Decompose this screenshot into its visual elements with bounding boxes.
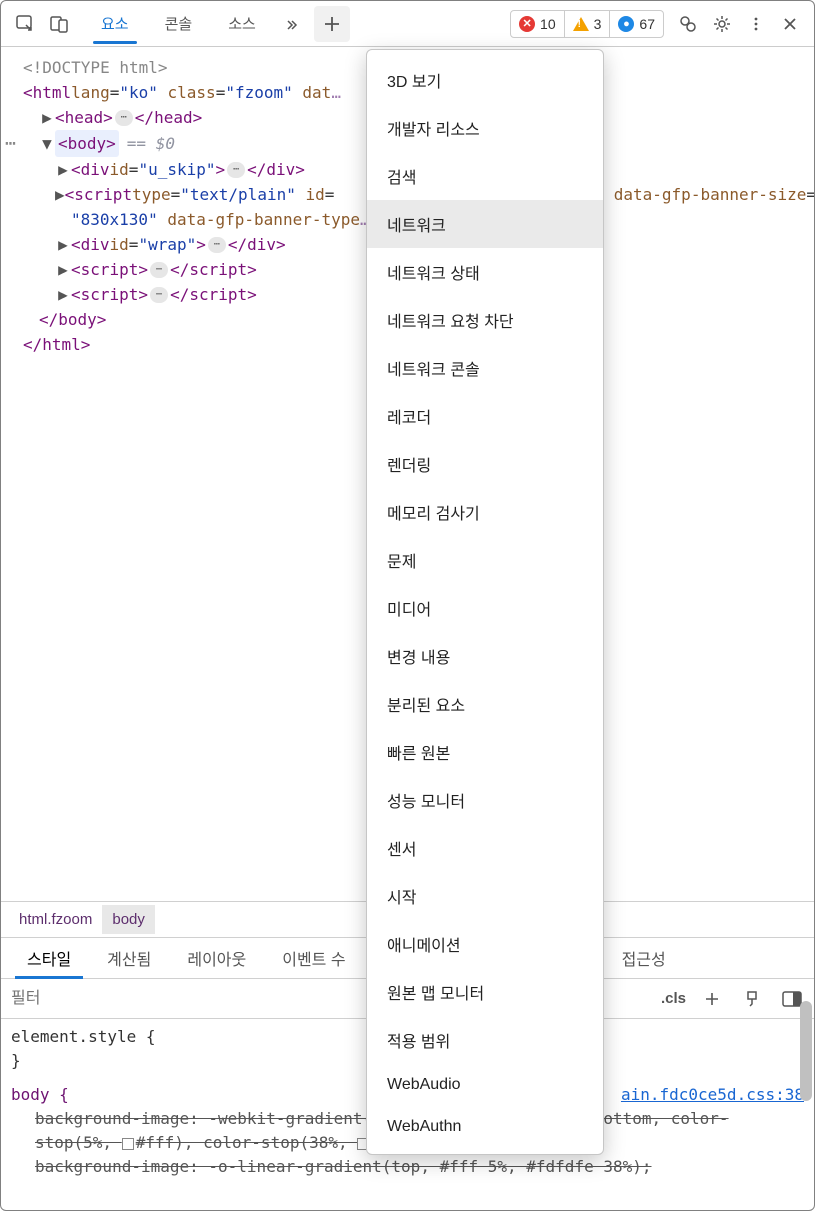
info-dot-icon: ● xyxy=(618,16,634,32)
subtab-computed[interactable]: 계산됨 xyxy=(89,938,169,978)
add-panel-button[interactable] xyxy=(314,6,350,42)
css-source-link[interactable]: ain.fdc0ce5d.css:38 xyxy=(621,1083,804,1107)
dd-3d-view[interactable]: 3D 보기 xyxy=(367,56,603,104)
dd-sensors[interactable]: 센서 xyxy=(367,824,603,872)
device-toggle-icon[interactable] xyxy=(43,8,75,40)
dd-memory-inspector[interactable]: 메모리 검사기 xyxy=(367,488,603,536)
dd-network-block[interactable]: 네트워크 요청 차단 xyxy=(367,296,603,344)
dd-animations[interactable]: 애니메이션 xyxy=(367,920,603,968)
expand-arrow-icon[interactable]: ▶ xyxy=(39,105,55,130)
dd-welcome[interactable]: 시작 xyxy=(367,872,603,920)
dd-perf-monitor[interactable]: 성능 모니터 xyxy=(367,776,603,824)
collapsed-dots-icon[interactable]: ⋯ xyxy=(150,262,168,278)
cls-toggle[interactable]: .cls xyxy=(661,990,686,1007)
expand-arrow-icon[interactable]: ▶ xyxy=(55,257,71,282)
expand-arrow-icon[interactable]: ▶ xyxy=(55,182,65,207)
paint-brush-icon[interactable] xyxy=(738,985,766,1013)
info-badge[interactable]: ● 67 xyxy=(610,11,663,37)
error-dot-icon: ✕ xyxy=(519,16,535,32)
collapsed-dots-icon[interactable]: ⋯ xyxy=(115,110,133,126)
settings-gear-icon[interactable] xyxy=(706,8,738,40)
tab-console[interactable]: 콘솔 xyxy=(147,3,211,44)
dd-changes[interactable]: 변경 내용 xyxy=(367,632,603,680)
expand-arrow-icon[interactable]: ▶ xyxy=(55,282,71,307)
panel-tabs: 요소 콘솔 소스 xyxy=(83,3,274,44)
dd-issues[interactable]: 문제 xyxy=(367,536,603,584)
tab-sources[interactable]: 소스 xyxy=(210,3,274,44)
collapsed-dots-icon[interactable]: ⋯ xyxy=(227,162,245,178)
subtab-layout[interactable]: 레이아웃 xyxy=(169,938,264,978)
errors-badge[interactable]: ✕ 10 xyxy=(511,11,565,37)
dd-webauthn[interactable]: WebAuthn xyxy=(367,1106,603,1148)
collapse-arrow-icon[interactable]: ▼ xyxy=(39,131,55,156)
issue-badges[interactable]: ✕ 10 3 ● 67 xyxy=(510,10,664,38)
dd-network-console[interactable]: 네트워크 콘솔 xyxy=(367,344,603,392)
selection-dots-icon[interactable]: ⋯ xyxy=(5,131,16,156)
crumb-body[interactable]: body xyxy=(102,905,155,934)
subtab-accessibility[interactable]: 접근성 xyxy=(604,938,684,978)
expand-arrow-icon[interactable]: ▶ xyxy=(55,157,71,182)
crumb-html[interactable]: html.fzoom xyxy=(9,905,102,934)
css-rule-2[interactable]: background-image: -o-linear-gradient(top… xyxy=(11,1155,804,1179)
warnings-badge[interactable]: 3 xyxy=(565,11,611,37)
add-panel-dropdown: 3D 보기 개발자 리소스 검색 네트워크 네트워크 상태 네트워크 요청 차단… xyxy=(366,49,604,1155)
dd-detached-elements[interactable]: 분리된 요소 xyxy=(367,680,603,728)
subtab-event[interactable]: 이벤트 수 xyxy=(264,938,363,978)
close-icon[interactable] xyxy=(774,8,806,40)
feedback-icon[interactable] xyxy=(672,8,704,40)
devtools-toolbar: 요소 콘솔 소스 ✕ 10 3 ● 67 xyxy=(1,1,814,47)
expand-arrow-icon[interactable]: ▶ xyxy=(55,232,71,257)
dd-rendering[interactable]: 렌더링 xyxy=(367,440,603,488)
dd-dev-resources[interactable]: 개발자 리소스 xyxy=(367,104,603,152)
dd-network[interactable]: 네트워크 xyxy=(367,200,603,248)
warnings-count: 3 xyxy=(594,16,602,32)
dd-coverage[interactable]: 적용 범위 xyxy=(367,1016,603,1064)
dd-network-conditions[interactable]: 네트워크 상태 xyxy=(367,248,603,296)
dd-media[interactable]: 미디어 xyxy=(367,584,603,632)
scrollbar-thumb[interactable] xyxy=(800,1001,812,1101)
dd-quick-source[interactable]: 빠른 원본 xyxy=(367,728,603,776)
more-tabs-chevron-icon[interactable] xyxy=(280,13,302,35)
collapsed-dots-icon[interactable]: ⋯ xyxy=(150,287,168,303)
subtab-styles[interactable]: 스타일 xyxy=(9,938,89,978)
collapsed-dots-icon[interactable]: ⋯ xyxy=(208,237,226,253)
dd-sourcemap-monitor[interactable]: 원본 맵 모니터 xyxy=(367,968,603,1016)
errors-count: 10 xyxy=(540,16,556,32)
kebab-menu-icon[interactable] xyxy=(740,8,772,40)
styles-filter-tools: .cls xyxy=(661,985,806,1013)
info-count: 67 xyxy=(639,16,655,32)
inspect-icon[interactable] xyxy=(9,8,41,40)
tab-elements[interactable]: 요소 xyxy=(83,3,147,44)
new-style-rule-icon[interactable] xyxy=(698,985,726,1013)
warning-tri-icon xyxy=(573,17,589,31)
dd-search[interactable]: 검색 xyxy=(367,152,603,200)
selected-node-token: == $0 xyxy=(119,131,175,156)
dd-webaudio[interactable]: WebAudio xyxy=(367,1064,603,1106)
dd-recorder[interactable]: 레코더 xyxy=(367,392,603,440)
